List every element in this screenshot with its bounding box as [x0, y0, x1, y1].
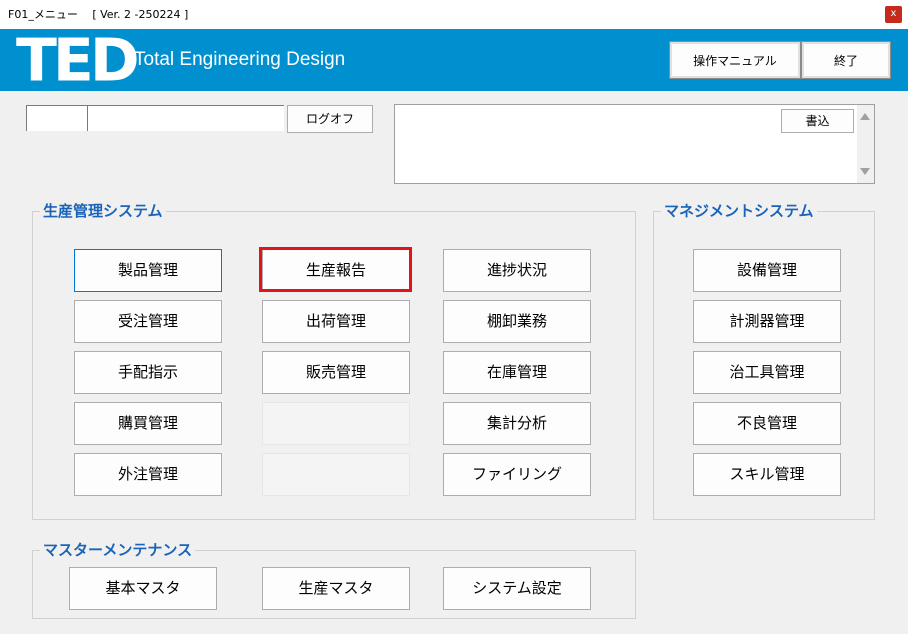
- exit-button[interactable]: 終了: [801, 41, 891, 79]
- tagline: Total Engineering Design: [134, 49, 346, 70]
- sales-management-button[interactable]: 販売管理: [262, 351, 410, 394]
- scroll-up-icon[interactable]: [860, 113, 870, 120]
- product-management-button[interactable]: 製品管理: [74, 249, 222, 292]
- empty-slot: [262, 402, 410, 445]
- ted-logo: TED: [16, 26, 140, 96]
- aggregate-analysis-button[interactable]: 集計分析: [443, 402, 591, 445]
- stock-management-button[interactable]: 在庫管理: [443, 351, 591, 394]
- shipping-management-button[interactable]: 出荷管理: [262, 300, 410, 343]
- title-bar: F01_メニュー [ Ver. 2 -250224 ] x: [0, 0, 908, 29]
- user-code-field[interactable]: [26, 105, 88, 131]
- scroll-down-icon[interactable]: [860, 168, 870, 175]
- manual-button[interactable]: 操作マニュアル: [669, 41, 801, 79]
- master-group-label: マスターメンテナンス: [40, 541, 196, 559]
- empty-slot: [262, 453, 410, 496]
- memo-scrollbar[interactable]: [857, 105, 874, 183]
- write-button[interactable]: 書込: [781, 109, 854, 133]
- production-master-button[interactable]: 生産マスタ: [262, 567, 410, 610]
- basic-master-button[interactable]: 基本マスタ: [69, 567, 217, 610]
- user-name-field[interactable]: [87, 105, 284, 131]
- arrangement-instruction-button[interactable]: 手配指示: [74, 351, 222, 394]
- skill-management-button[interactable]: スキル管理: [693, 453, 841, 496]
- close-button[interactable]: x: [885, 6, 902, 23]
- production-report-button[interactable]: 生産報告: [262, 249, 410, 292]
- tooling-management-button[interactable]: 治工具管理: [693, 351, 841, 394]
- window-title: F01_メニュー [ Ver. 2 -250224 ]: [8, 8, 189, 21]
- inventory-count-button[interactable]: 棚卸業務: [443, 300, 591, 343]
- production-group-label: 生産管理システム: [40, 202, 166, 220]
- progress-status-button[interactable]: 進捗状況: [443, 249, 591, 292]
- instrument-management-button[interactable]: 計測器管理: [693, 300, 841, 343]
- order-management-button[interactable]: 受注管理: [74, 300, 222, 343]
- equipment-management-button[interactable]: 設備管理: [693, 249, 841, 292]
- management-group-label: マネジメントシステム: [661, 202, 817, 220]
- purchase-management-button[interactable]: 購買管理: [74, 402, 222, 445]
- logoff-button[interactable]: ログオフ: [287, 105, 373, 133]
- system-settings-button[interactable]: システム設定: [443, 567, 591, 610]
- filing-button[interactable]: ファイリング: [443, 453, 591, 496]
- defect-management-button[interactable]: 不良管理: [693, 402, 841, 445]
- outsourcing-management-button[interactable]: 外注管理: [74, 453, 222, 496]
